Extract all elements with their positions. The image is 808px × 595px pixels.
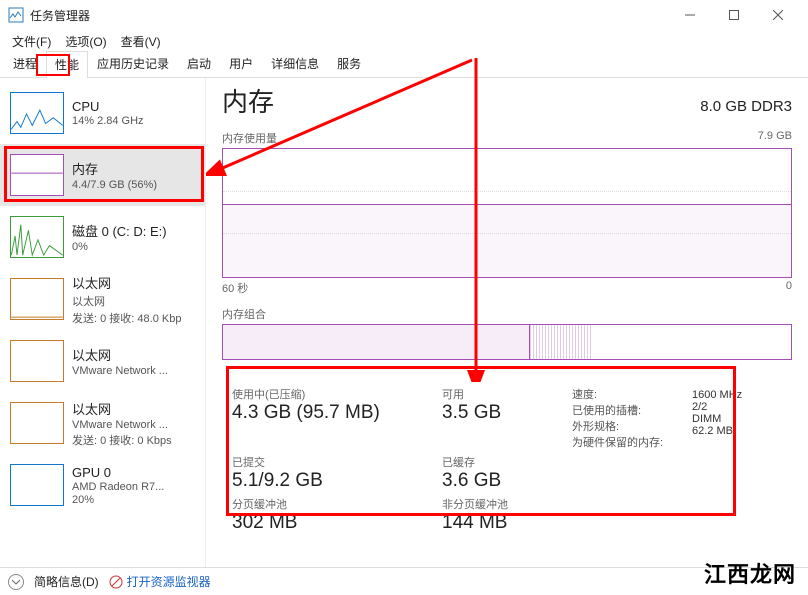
- sidebar-memory-sub: 4.4/7.9 GB (56%): [72, 179, 157, 191]
- sidebar-eth0-title: 以太网: [72, 273, 181, 292]
- minimize-button[interactable]: [668, 0, 712, 30]
- eth0-thumb: [10, 278, 64, 320]
- menu-options[interactable]: 选项(O): [59, 31, 112, 52]
- brief-info-link[interactable]: 简略信息(D): [34, 573, 99, 590]
- stats-box: 使用中(已压缩)4.3 GB (95.7 MB) 可用3.5 GB 速度:已使用…: [222, 378, 792, 544]
- sidebar-memory-title: 内存: [72, 159, 157, 178]
- memory-capacity: 8.0 GB DDR3: [700, 98, 792, 115]
- tab-app-history[interactable]: 应用历史记录: [88, 50, 178, 77]
- x-axis-right: 0: [786, 280, 792, 296]
- tabbar: 进程 性能 应用历史记录 启动 用户 详细信息 服务: [0, 52, 808, 78]
- content: CPU14% 2.84 GHz 内存4.4/7.9 GB (56%) 磁盘 0 …: [0, 78, 808, 567]
- gpu-thumb: [10, 464, 64, 506]
- window-title: 任务管理器: [30, 7, 90, 24]
- sidebar-disk-sub: 0%: [72, 241, 167, 253]
- usage-chart-label: 内存使用量: [222, 130, 277, 146]
- x-axis-left: 60 秒: [222, 280, 248, 296]
- usage-chart-max: 7.9 GB: [758, 130, 792, 146]
- stat-paged: 302 MB: [232, 512, 432, 534]
- stat-speed: 1600 MHz: [692, 389, 782, 401]
- menu-file[interactable]: 文件(F): [6, 31, 57, 52]
- composition-label: 内存组合: [222, 306, 792, 322]
- tab-performance[interactable]: 性能: [46, 51, 88, 78]
- memory-composition-chart: [222, 324, 792, 360]
- eth2-thumb: [10, 402, 64, 444]
- stat-form: DIMM: [692, 413, 782, 425]
- sidebar-item-gpu[interactable]: GPU 0AMD Radeon R7...20%: [0, 454, 205, 516]
- sidebar-item-cpu[interactable]: CPU14% 2.84 GHz: [0, 82, 205, 144]
- stat-hw-reserved: 62.2 MB: [692, 425, 782, 437]
- sidebar-item-eth1[interactable]: 以太网VMware Network ...: [0, 330, 205, 392]
- watermark: 江西龙网: [704, 557, 796, 589]
- sidebar-cpu-title: CPU: [72, 99, 144, 114]
- sidebar-disk-title: 磁盘 0 (C: D: E:): [72, 221, 167, 240]
- menubar: 文件(F) 选项(O) 查看(V): [0, 30, 808, 52]
- stat-available: 3.5 GB: [442, 402, 562, 424]
- memory-usage-chart: [222, 148, 792, 278]
- main-panel: 内存 8.0 GB DDR3 内存使用量 7.9 GB 60 秒 0 内存组合 …: [206, 78, 808, 567]
- tab-users[interactable]: 用户: [220, 50, 262, 77]
- disk-thumb: [10, 216, 64, 258]
- tab-processes[interactable]: 进程: [4, 50, 46, 77]
- collapse-icon[interactable]: [8, 574, 24, 590]
- eth1-thumb: [10, 340, 64, 382]
- stat-inuse: 4.3 GB (95.7 MB): [232, 402, 432, 424]
- tab-startup[interactable]: 启动: [178, 50, 220, 77]
- stat-slots: 2/2: [692, 401, 782, 413]
- open-resource-monitor-link[interactable]: 打开资源监视器: [109, 573, 211, 590]
- sidebar-cpu-sub: 14% 2.84 GHz: [72, 115, 144, 127]
- sidebar-item-eth0[interactable]: 以太网以太网发送: 0 接收: 48.0 Kbp: [0, 268, 205, 330]
- memory-thumb: [10, 154, 64, 196]
- resource-monitor-icon: [109, 575, 123, 589]
- sidebar: CPU14% 2.84 GHz 内存4.4/7.9 GB (56%) 磁盘 0 …: [0, 78, 206, 567]
- sidebar-item-memory[interactable]: 内存4.4/7.9 GB (56%): [0, 144, 205, 206]
- tab-details[interactable]: 详细信息: [262, 50, 328, 77]
- footer: 简略信息(D) 打开资源监视器: [0, 567, 808, 595]
- app-icon: [8, 7, 24, 23]
- stat-cached: 3.6 GB: [442, 470, 562, 492]
- page-title: 内存: [222, 82, 274, 119]
- stat-nonpaged: 144 MB: [442, 512, 562, 534]
- menu-view[interactable]: 查看(V): [115, 31, 167, 52]
- close-button[interactable]: [756, 0, 800, 30]
- cpu-thumb: [10, 92, 64, 134]
- sidebar-item-eth2[interactable]: 以太网VMware Network ...发送: 0 接收: 0 Kbps: [0, 392, 205, 454]
- titlebar: 任务管理器: [0, 0, 808, 30]
- tab-services[interactable]: 服务: [328, 50, 370, 77]
- maximize-button[interactable]: [712, 0, 756, 30]
- sidebar-item-disk[interactable]: 磁盘 0 (C: D: E:)0%: [0, 206, 205, 268]
- stat-committed: 5.1/9.2 GB: [232, 470, 432, 492]
